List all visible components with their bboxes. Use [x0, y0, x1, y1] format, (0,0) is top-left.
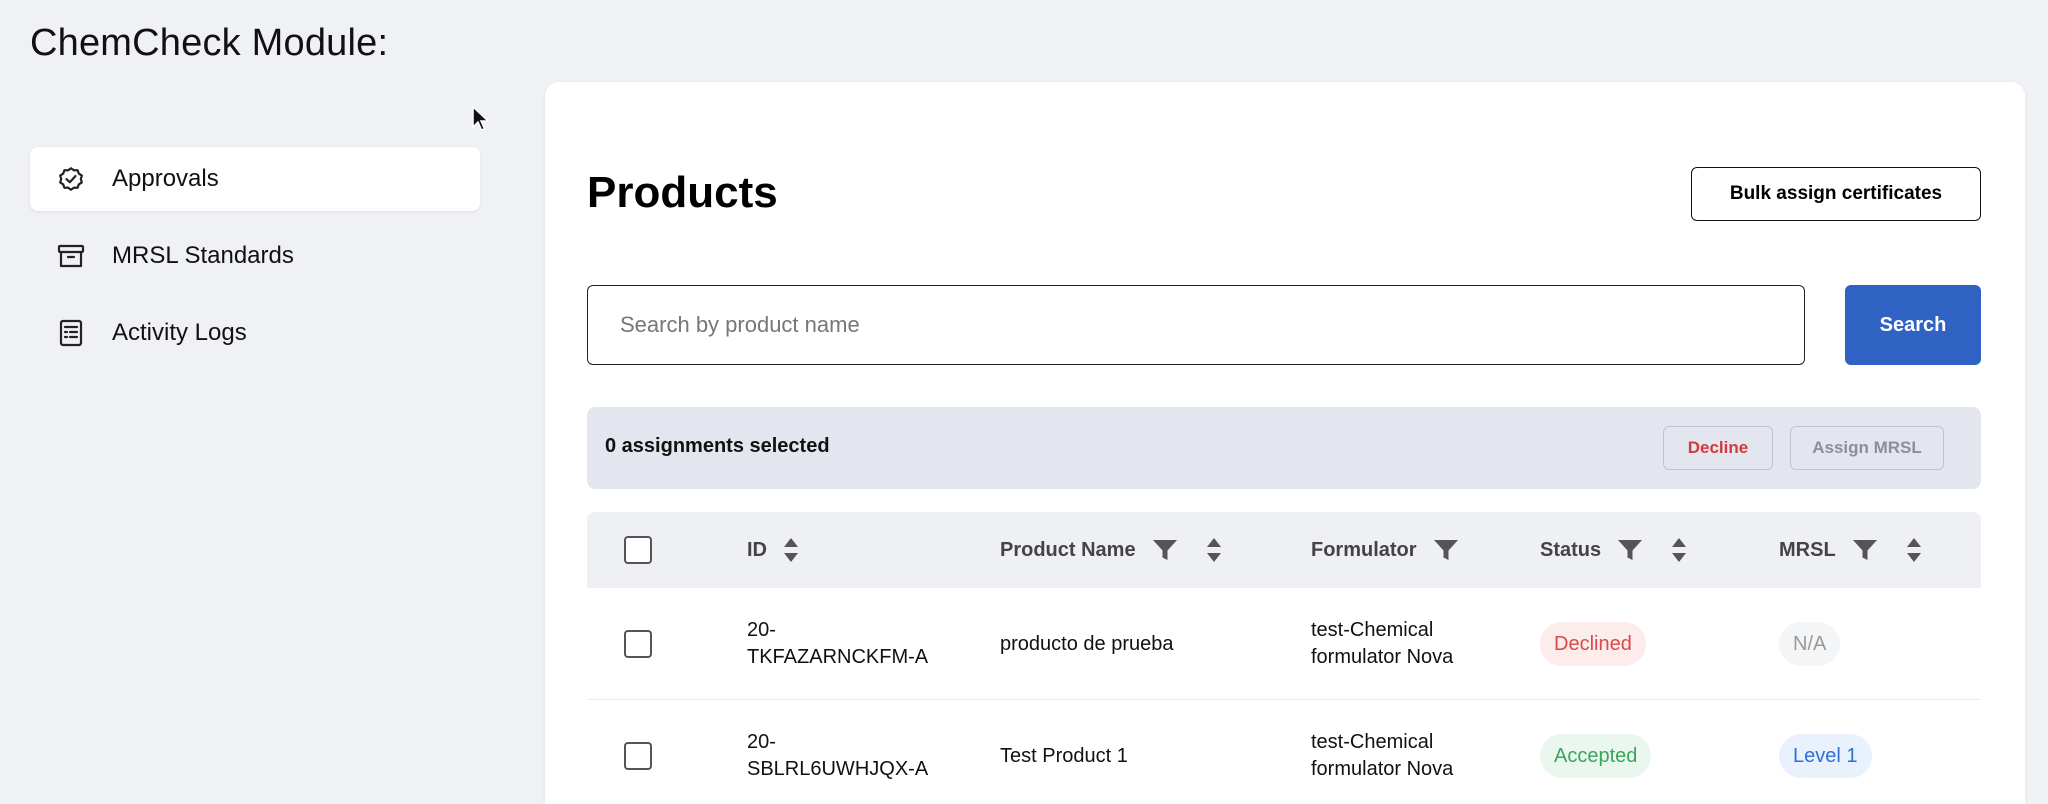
mouse-cursor-icon [472, 106, 490, 131]
sidebar: Approvals MRSL Standards Activity Logs [30, 147, 480, 378]
cell-id: 20- SBLRL6UWHJQX-A [747, 731, 929, 780]
cell-id: 20- TKFAZARNCKFM-A [747, 619, 929, 668]
sidebar-item-approvals[interactable]: Approvals [30, 147, 480, 211]
selection-count: 0 assignments selected [605, 435, 830, 457]
sort-icon[interactable] [783, 537, 799, 563]
cell-formulator: test-Chemical formulator Nova [1311, 731, 1454, 780]
filter-icon[interactable] [1152, 538, 1178, 562]
module-title: ChemCheck Module: [30, 22, 389, 64]
filter-icon[interactable] [1617, 538, 1643, 562]
document-list-icon [54, 316, 88, 350]
column-label: Formulator [1311, 538, 1417, 561]
products-table: ID Product Name Formulator Status MRSL 2… [587, 512, 1981, 804]
row-checkbox[interactable] [624, 630, 652, 658]
sidebar-item-mrsl-standards[interactable]: MRSL Standards [30, 224, 480, 288]
select-all-checkbox[interactable] [624, 536, 652, 564]
column-id[interactable]: ID [747, 512, 799, 588]
sidebar-item-label: MRSL Standards [112, 242, 294, 269]
column-label: MRSL [1779, 538, 1836, 561]
sidebar-item-label: Activity Logs [112, 319, 247, 346]
sidebar-item-activity-logs[interactable]: Activity Logs [30, 301, 480, 365]
assign-mrsl-button[interactable]: Assign MRSL [1790, 426, 1944, 470]
row-checkbox[interactable] [624, 742, 652, 770]
search-button[interactable]: Search [1845, 285, 1981, 365]
filter-icon[interactable] [1852, 538, 1878, 562]
decline-button[interactable]: Decline [1663, 426, 1773, 470]
column-mrsl[interactable]: MRSL [1779, 512, 1922, 588]
badge-check-icon [54, 162, 88, 196]
cell-product-name: producto de prueba [1000, 633, 1174, 655]
cell-product-name: Test Product 1 [1000, 745, 1128, 767]
cell-formulator: test-Chemical formulator Nova [1311, 619, 1454, 668]
sort-icon[interactable] [1906, 537, 1922, 563]
mrsl-badge: Level 1 [1779, 734, 1872, 778]
filter-icon[interactable] [1433, 538, 1459, 562]
column-status[interactable]: Status [1540, 512, 1687, 588]
column-formulator[interactable]: Formulator [1311, 512, 1459, 588]
mrsl-badge: N/A [1779, 622, 1841, 666]
column-label: Product Name [1000, 538, 1136, 561]
column-product-name[interactable]: Product Name [1000, 512, 1222, 588]
main-panel: Products Bulk assign certificates Search… [545, 82, 2025, 804]
column-label: ID [747, 538, 767, 561]
selection-bar: 0 assignments selected Decline Assign MR… [587, 407, 1981, 489]
bulk-assign-certificates-button[interactable]: Bulk assign certificates [1691, 167, 1981, 221]
status-badge: Declined [1540, 622, 1646, 666]
page-title: Products [587, 168, 778, 217]
archive-box-icon [54, 239, 88, 273]
sidebar-item-label: Approvals [112, 165, 219, 192]
sort-icon[interactable] [1671, 537, 1687, 563]
table-row[interactable]: 20- SBLRL6UWHJQX-A Test Product 1 test-C… [587, 700, 1981, 804]
table-header: ID Product Name Formulator Status MRSL [587, 512, 1981, 588]
sort-icon[interactable] [1206, 537, 1222, 563]
status-badge: Accepted [1540, 734, 1652, 778]
search-input[interactable] [587, 285, 1805, 365]
column-label: Status [1540, 538, 1602, 561]
table-row[interactable]: 20- TKFAZARNCKFM-A producto de prueba te… [587, 588, 1981, 700]
